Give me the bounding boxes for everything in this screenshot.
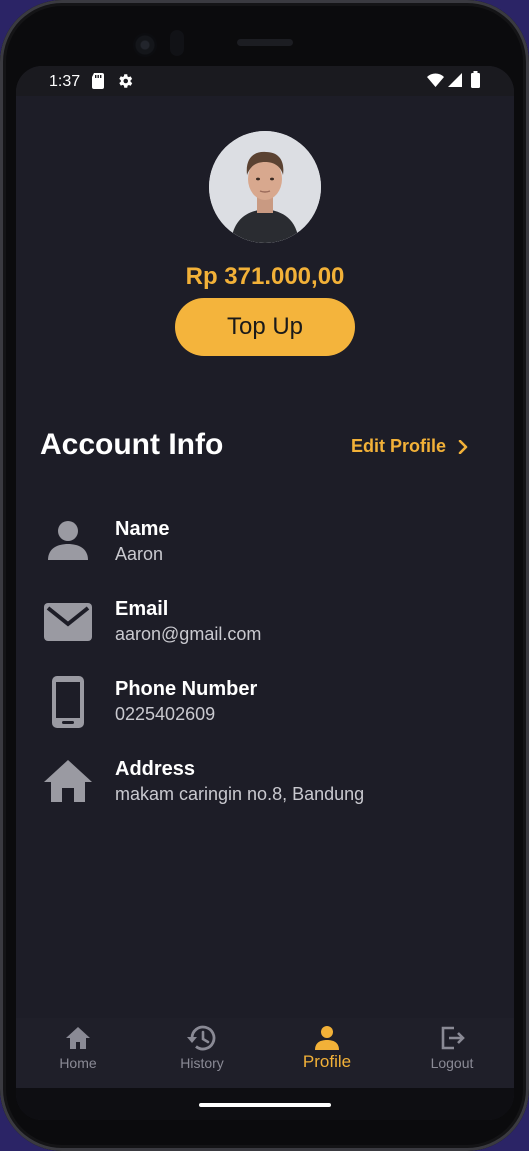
chevron-right-icon: [458, 439, 468, 454]
info-label: Address: [115, 758, 196, 780]
status-time: 1:37: [49, 73, 81, 90]
home-gesture-pill[interactable]: [199, 1103, 331, 1107]
signal-icon: [448, 73, 462, 87]
nav-item-logout[interactable]: Logout: [390, 1018, 514, 1088]
account-info-title: Account Info: [40, 428, 224, 461]
balance-amount: Rp 371.000,00: [185, 263, 345, 290]
info-label: Phone Number: [115, 678, 258, 700]
gear-icon: [119, 74, 133, 88]
phone-icon: [52, 676, 84, 728]
edit-profile-label: Edit Profile: [351, 436, 447, 456]
nav-label: History: [180, 1055, 224, 1071]
home-icon: [44, 760, 92, 802]
avatar-photo: [209, 131, 321, 243]
battery-icon: [471, 71, 480, 88]
wifi-icon: [427, 73, 444, 87]
app-screen: 1:37 Rp 371.000,00 Top Up Account Info E…: [16, 66, 514, 1120]
info-label: Email: [115, 598, 169, 620]
nav-label: Profile: [302, 1052, 352, 1071]
phone-frame: 1:37 Rp 371.000,00 Top Up Account Info E…: [0, 0, 529, 1151]
home-icon: [66, 1027, 90, 1049]
front-camera: [133, 33, 157, 57]
bottom-nav: Home History Profile Logout: [16, 1018, 514, 1088]
edit-profile-link[interactable]: Edit Profile: [351, 436, 468, 457]
gesture-bar: [16, 1088, 514, 1120]
nav-item-home[interactable]: Home: [16, 1018, 140, 1088]
status-bar: 1:37: [16, 66, 514, 96]
history-icon: [187, 1025, 216, 1051]
nav-item-profile[interactable]: Profile: [265, 1018, 389, 1088]
avatar[interactable]: [209, 131, 321, 243]
person-icon: [315, 1026, 339, 1050]
info-row-email: Email aaron@gmail.com: [16, 596, 514, 656]
info-row-address: Address makam caringin no.8, Bandung: [16, 756, 514, 816]
nav-label: Logout: [430, 1055, 474, 1071]
info-row-name: Name Aaron: [16, 516, 514, 576]
info-row-phone: Phone Number 0225402609: [16, 676, 514, 736]
proximity-sensor: [170, 30, 184, 56]
mail-icon: [44, 603, 92, 641]
top-up-button[interactable]: Top Up: [175, 298, 355, 356]
info-value: makam caringin no.8, Bandung: [115, 784, 365, 804]
earpiece-speaker: [237, 39, 293, 46]
info-value: aaron@gmail.com: [115, 624, 262, 644]
info-value: Aaron: [115, 544, 164, 564]
sd-card-icon: [92, 73, 104, 89]
nav-item-history[interactable]: History: [140, 1018, 264, 1088]
info-value: 0225402609: [115, 704, 216, 724]
nav-label: Home: [59, 1055, 97, 1071]
info-label: Name: [115, 518, 170, 540]
logout-icon: [441, 1026, 465, 1050]
person-icon: [48, 521, 88, 560]
